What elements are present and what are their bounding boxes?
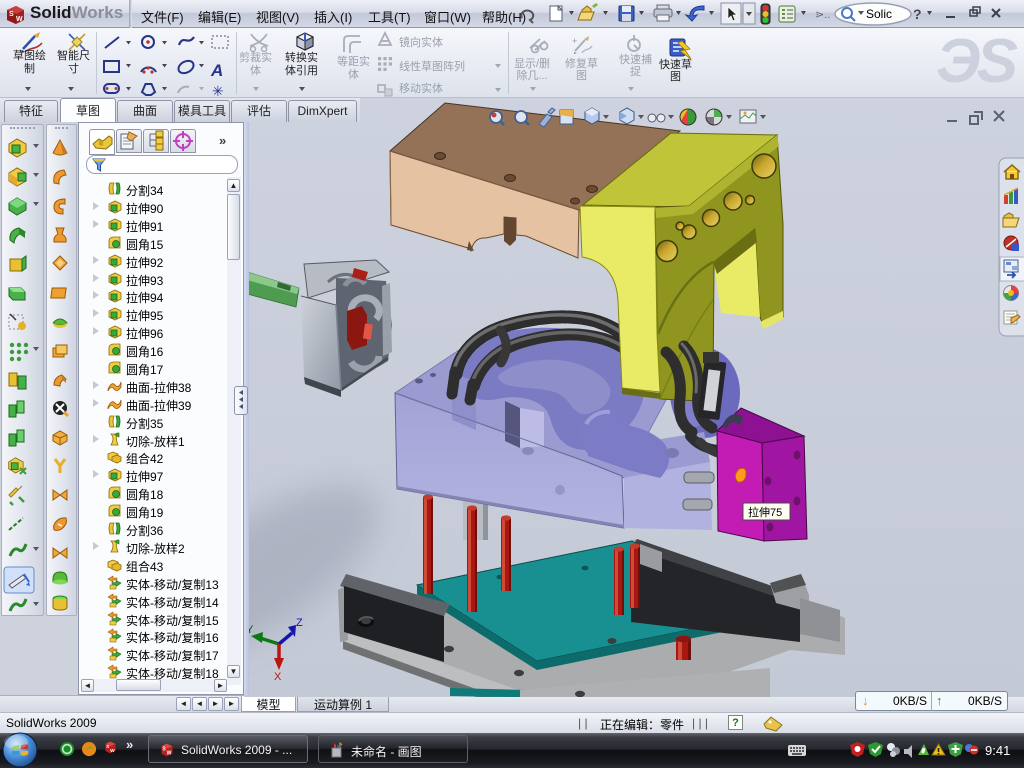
svg-text:+: +	[572, 36, 577, 46]
svg-text:W: W	[16, 16, 23, 23]
svg-text:⋗..: ⋗..	[815, 9, 830, 21]
svg-text:✳: ✳	[212, 83, 224, 96]
svg-text:拉伸75: 拉伸75	[748, 505, 782, 519]
svg-text:Solic: Solic	[866, 7, 892, 21]
svg-text:S: S	[9, 11, 14, 18]
svg-text:?: ?	[913, 6, 922, 22]
svg-text:Z: Z	[296, 617, 303, 629]
svg-text:X: X	[274, 671, 282, 683]
svg-text:S: S	[106, 744, 109, 750]
svg-text:W: W	[167, 751, 172, 757]
svg-text:A: A	[210, 61, 223, 80]
svg-text:W: W	[110, 748, 115, 754]
